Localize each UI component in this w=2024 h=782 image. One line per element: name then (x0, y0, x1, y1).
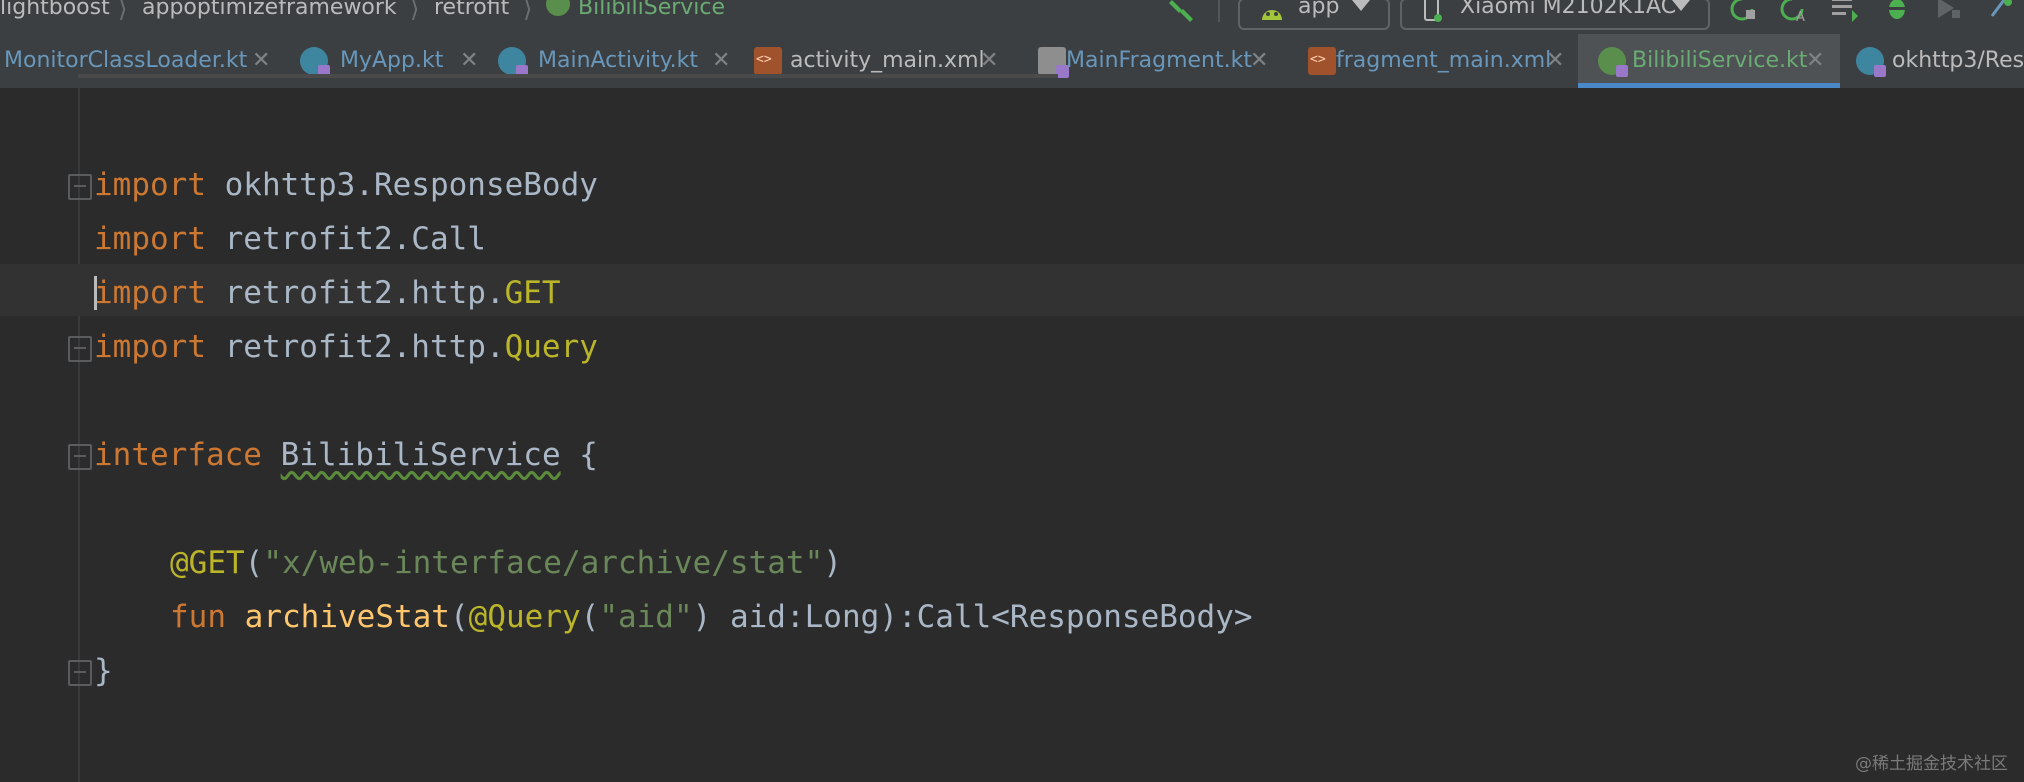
fold-marker-icon[interactable] (68, 660, 92, 686)
breadcrumb-separator: ⟩ (410, 0, 420, 23)
chevron-down-icon (1352, 0, 1370, 11)
breadcrumb-item-appoptimizeframework[interactable]: appoptimizeframework (142, 0, 397, 25)
fold-marker-icon[interactable] (68, 444, 92, 470)
watermark: @稀土掘金技术社区 (1855, 754, 2008, 774)
run-config-selector[interactable]: app (1238, 0, 1390, 30)
logcat-icon[interactable] (1830, 0, 1860, 22)
identifier: retrofit2.http. (205, 329, 505, 365)
keyword: import (94, 329, 206, 365)
tab-bilibiliservice[interactable]: BilibiliService.kt ✕ (1578, 34, 1840, 88)
annotation-name: GET (504, 275, 561, 311)
brace: { (560, 437, 598, 473)
tab-okhttp3-responsebody[interactable]: okhttp3/Resp (1842, 34, 2024, 88)
close-icon[interactable]: ✕ (1546, 34, 1564, 88)
xml-file-icon (1308, 47, 1336, 75)
string-literal: "x/web-interface/archive/stat" (263, 545, 824, 581)
debug-icon[interactable] (1884, 0, 1910, 22)
navigation-bar: lightboost ⟩ appoptimizeframework ⟩ retr… (0, 0, 2024, 34)
paren: ( (580, 599, 600, 635)
code-line-interface-declaration: interface BilibiliService { (94, 428, 598, 482)
tab-label: okhttp3/Resp (1892, 48, 2024, 73)
chevron-down-icon (1672, 0, 1690, 11)
kotlin-interface-icon (1598, 47, 1628, 77)
breadcrumb-item-lightboost[interactable]: lightboost (0, 0, 110, 25)
apply-code-changes-icon[interactable]: A (1778, 0, 1808, 22)
tab-label: MainFragment.kt (1066, 48, 1252, 73)
profile-icon[interactable] (1934, 0, 1962, 22)
keyword: interface (94, 437, 262, 473)
breadcrumb-separator: ⟩ (118, 0, 128, 23)
code-line-closing-brace: } (94, 644, 113, 698)
fold-marker-icon[interactable] (68, 174, 92, 200)
annotation: @GET (170, 545, 245, 581)
close-icon[interactable]: ✕ (1806, 34, 1824, 88)
hammer-icon[interactable] (1168, 0, 1194, 22)
fold-marker-icon[interactable] (68, 336, 92, 362)
code-editor[interactable]: import okhttp3.ResponseBody import retro… (0, 74, 2024, 782)
apply-changes-icon[interactable] (1728, 0, 1756, 22)
device-selector[interactable]: Xiaomi M2102K1AC (1400, 0, 1710, 30)
close-icon[interactable]: ✕ (1250, 34, 1268, 88)
attach-debugger-icon[interactable] (1986, 0, 2014, 22)
android-icon (1262, 10, 1282, 20)
code-line-import-responsebody: import okhttp3.ResponseBody (94, 158, 598, 212)
code-line-get-annotation: @GET("x/web-interface/archive/stat") (170, 536, 842, 590)
code-line-import-call: import retrofit2.Call (94, 212, 486, 266)
breadcrumb-separator: ⟩ (523, 0, 533, 23)
code-line-import-get: import retrofit2.http.GET (94, 266, 561, 320)
toolbar-divider (1218, 0, 1220, 22)
package-line-fragment (78, 74, 1058, 78)
signature: ) aid:Long):Call<ResponseBody> (692, 599, 1253, 635)
tab-fragment-main-xml[interactable]: fragment_main.xml ✕ (1296, 34, 1576, 88)
annotation: @Query (468, 599, 581, 635)
tab-label: fragment_main.xml (1336, 48, 1552, 73)
svg-text:A: A (1796, 10, 1805, 22)
keyword: import (94, 221, 206, 257)
keyword: import (94, 275, 206, 311)
breadcrumb-item-bilibiliservice[interactable]: BilibiliService (578, 0, 725, 25)
device-label: Xiaomi M2102K1AC (1460, 0, 1677, 19)
tab-label: BilibiliService.kt (1632, 48, 1808, 73)
identifier: okhttp3.ResponseBody (205, 167, 598, 203)
function-name: archiveStat (244, 599, 450, 635)
interface-icon (546, 0, 570, 16)
code-line-import-query: import retrofit2.http.Query (94, 320, 598, 374)
phone-icon (1424, 0, 1442, 22)
paren: ) (823, 545, 842, 581)
run-config-label: app (1298, 0, 1340, 19)
paren: ( (449, 599, 469, 635)
annotation-name: Query (504, 329, 598, 365)
clipped-package-line (78, 66, 1078, 100)
string-literal: "aid" (599, 599, 693, 635)
identifier: retrofit2.Call (205, 221, 486, 257)
identifier: retrofit2.http. (205, 275, 505, 311)
keyword: fun (170, 599, 226, 635)
brace: } (94, 653, 113, 689)
breadcrumb-item-retrofit[interactable]: retrofit (434, 0, 509, 25)
code-line-fun-archivestat: fun archiveStat(@Query("aid") aid:Long):… (170, 590, 1253, 644)
text-cursor (94, 275, 97, 310)
kotlin-class-icon (1856, 47, 1886, 77)
paren: ( (244, 545, 264, 581)
interface-name: BilibiliService (280, 437, 561, 473)
keyword: import (94, 167, 206, 203)
